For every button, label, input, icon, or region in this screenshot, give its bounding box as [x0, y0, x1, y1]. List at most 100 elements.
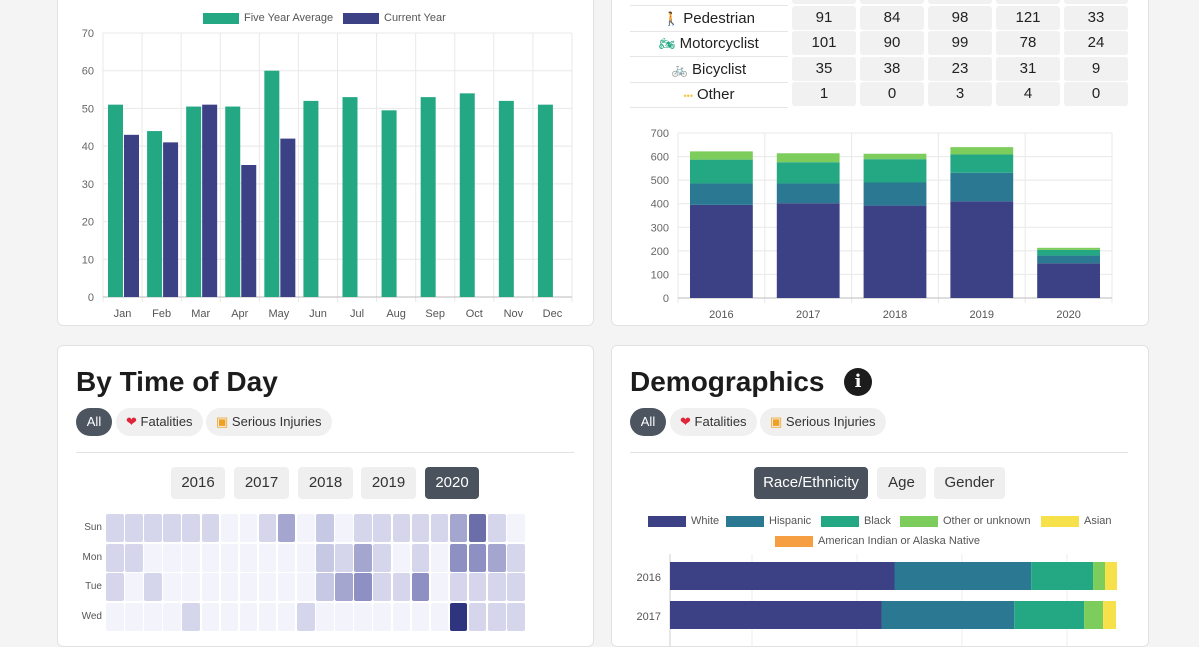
heatmap-cell[interactable] — [258, 602, 277, 631]
heatmap-cell[interactable] — [354, 573, 372, 602]
bar-avg — [186, 106, 202, 298]
heatmap-cell[interactable] — [106, 514, 124, 542]
heatmap-cell[interactable] — [125, 573, 143, 602]
heatmap-cell[interactable] — [335, 543, 353, 572]
heatmap-cell[interactable] — [392, 514, 410, 542]
heatmap-cell[interactable] — [144, 602, 162, 631]
heatmap-cell[interactable] — [488, 602, 506, 631]
heatmap-cell[interactable] — [220, 543, 239, 572]
heatmap-cell[interactable] — [163, 573, 181, 602]
heatmap-cell[interactable] — [449, 602, 468, 631]
heatmap-cell[interactable] — [239, 543, 258, 572]
heatmap-cell[interactable] — [507, 573, 525, 602]
heatmap-cell[interactable] — [297, 573, 315, 602]
heatmap-cell[interactable] — [392, 543, 410, 572]
heatmap-cell[interactable] — [316, 573, 334, 602]
stack-segment — [670, 601, 882, 629]
heatmap-cell[interactable] — [507, 514, 525, 542]
heatmap-cell[interactable] — [488, 573, 506, 602]
heatmap-cell[interactable] — [125, 602, 143, 631]
heatmap-cell[interactable] — [488, 514, 506, 542]
heatmap-cell[interactable] — [201, 543, 219, 572]
heatmap-cell[interactable] — [430, 573, 449, 602]
heatmap-cell[interactable] — [449, 573, 468, 602]
heatmap-cell[interactable] — [201, 573, 219, 602]
heatmap-cell[interactable] — [335, 602, 353, 631]
heatmap-cell[interactable] — [468, 602, 487, 631]
heatmap-cell[interactable] — [468, 543, 487, 572]
heatmap-cell[interactable] — [373, 543, 391, 572]
heatmap-cell[interactable] — [392, 573, 410, 602]
heatmap-cell[interactable] — [106, 543, 124, 572]
heatmap-cell[interactable] — [277, 573, 296, 602]
heatmap-cell[interactable] — [488, 543, 506, 572]
heatmap-cell[interactable] — [163, 514, 181, 542]
heatmap-cell[interactable] — [106, 573, 124, 602]
filter-serious-injuries-button[interactable]: ▣ Serious Injuries — [206, 408, 332, 436]
heatmap-cell[interactable] — [354, 514, 372, 542]
filter-all-button[interactable]: All — [76, 408, 112, 436]
time-of-day-title: By Time of Day — [76, 366, 278, 397]
heatmap-cell[interactable] — [201, 602, 219, 631]
heatmap-cell[interactable] — [468, 573, 487, 602]
heatmap-cell[interactable] — [106, 602, 124, 631]
filter-fatalities-button[interactable]: ❤ Fatalities — [116, 408, 203, 436]
heatmap-cell[interactable] — [468, 514, 487, 542]
heatmap-cell[interactable] — [335, 514, 353, 542]
heatmap-cell[interactable] — [316, 543, 334, 572]
heatmap-cell[interactable] — [277, 543, 296, 572]
heatmap-cell[interactable] — [220, 602, 239, 631]
heatmap-cell[interactable] — [297, 543, 315, 572]
heatmap-cell[interactable] — [239, 602, 258, 631]
heatmap-cell[interactable] — [507, 602, 525, 631]
heatmap-cell[interactable] — [201, 514, 219, 542]
heatmap-cell[interactable] — [297, 602, 315, 631]
heatmap-cell[interactable] — [258, 573, 277, 602]
year-tab-2016[interactable]: 2016 — [171, 467, 225, 499]
heatmap-cell[interactable] — [277, 514, 296, 542]
heatmap-cell[interactable] — [182, 573, 200, 602]
heatmap-cell[interactable] — [182, 543, 200, 572]
heatmap-cell[interactable] — [258, 543, 277, 572]
heatmap-cell[interactable] — [316, 602, 334, 631]
heatmap-cell[interactable] — [182, 514, 200, 542]
year-tab-2020[interactable]: 2020 — [425, 467, 479, 499]
heatmap-cell[interactable] — [430, 543, 449, 572]
heatmap-cell[interactable] — [430, 514, 449, 542]
heatmap-cell[interactable] — [411, 573, 430, 602]
heatmap-cell[interactable] — [220, 573, 239, 602]
heatmap-cell[interactable] — [430, 602, 449, 631]
heatmap-cell[interactable] — [239, 573, 258, 602]
heatmap-cell[interactable] — [163, 602, 181, 631]
heatmap-cell[interactable] — [354, 543, 372, 572]
heatmap-cell[interactable] — [335, 573, 353, 602]
year-tab-2017[interactable]: 2017 — [234, 467, 289, 499]
heatmap-cell[interactable] — [411, 602, 430, 631]
heatmap-cell[interactable] — [449, 543, 468, 572]
heatmap-cell[interactable] — [411, 514, 430, 542]
heatmap-cell[interactable] — [392, 602, 410, 631]
heatmap-cell[interactable] — [507, 543, 525, 572]
heatmap-cell[interactable] — [125, 543, 143, 572]
heatmap-cell[interactable] — [373, 514, 391, 542]
heatmap-cell[interactable] — [258, 514, 277, 542]
heatmap-cell[interactable] — [316, 514, 334, 542]
heatmap-cell[interactable] — [163, 543, 181, 572]
heatmap-cell[interactable] — [239, 514, 258, 542]
heatmap-cell[interactable] — [373, 573, 391, 602]
heatmap-cell[interactable] — [144, 543, 162, 572]
stack-segment — [670, 562, 895, 590]
heatmap-cell[interactable] — [297, 514, 315, 542]
heatmap-cell[interactable] — [182, 602, 200, 631]
heatmap-cell[interactable] — [220, 514, 239, 542]
heatmap-cell[interactable] — [125, 514, 143, 542]
heatmap-cell[interactable] — [144, 573, 162, 602]
heatmap-cell[interactable] — [144, 514, 162, 542]
year-tab-2018[interactable]: 2018 — [298, 467, 353, 499]
heatmap-cell[interactable] — [277, 602, 296, 631]
heatmap-cell[interactable] — [354, 602, 372, 631]
heatmap-cell[interactable] — [449, 514, 468, 542]
heatmap-cell[interactable] — [373, 602, 391, 631]
heatmap-cell[interactable] — [411, 543, 430, 572]
year-tab-2019[interactable]: 2019 — [361, 467, 416, 499]
